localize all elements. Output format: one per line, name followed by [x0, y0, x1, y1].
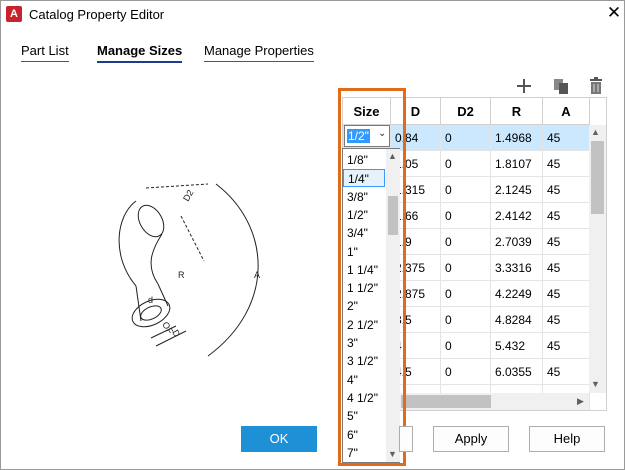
diagram-label-small-d: d [148, 295, 153, 305]
ok-button[interactable]: OK [241, 426, 317, 452]
cell-r[interactable]: 4.8284 [491, 307, 543, 333]
cell-r[interactable]: 4.2249 [491, 281, 543, 307]
column-header-r[interactable]: R [491, 98, 543, 125]
cell-d2[interactable]: 0 [441, 333, 491, 359]
app-icon: A [6, 6, 22, 22]
cell-d2[interactable]: 0 [441, 125, 491, 151]
elbow-diagram: D2 R A OF D d [118, 183, 260, 357]
cell-a[interactable]: 45 [543, 255, 590, 281]
cell-r[interactable]: 2.1245 [491, 177, 543, 203]
cell-a[interactable]: 45 [543, 125, 590, 151]
cell-r[interactable]: 1.4968 [491, 125, 543, 151]
diagram-label-a: A [254, 270, 260, 280]
tab-part-list[interactable]: Part List [21, 43, 69, 62]
cell-d2[interactable]: 0 [441, 177, 491, 203]
cell-d2[interactable]: 0 [441, 151, 491, 177]
column-header-d2[interactable]: D2 [441, 98, 491, 125]
plus-icon[interactable] [514, 76, 534, 96]
cell-d2[interactable]: 0 [441, 203, 491, 229]
scroll-up-icon[interactable]: ▲ [591, 127, 600, 137]
apply-button[interactable]: Apply [433, 426, 509, 452]
cell-a[interactable]: 45 [543, 359, 590, 385]
table-horizontal-scroll-thumb[interactable] [401, 395, 491, 408]
cancel-button-partial[interactable] [399, 426, 413, 452]
close-icon[interactable]: ✕ [605, 3, 623, 23]
table-vertical-scroll-thumb[interactable] [591, 141, 604, 214]
window-title: Catalog Property Editor [29, 7, 165, 22]
cell-r[interactable]: 6.0355 [491, 359, 543, 385]
cell-d2[interactable]: 0 [441, 229, 491, 255]
scroll-down-icon[interactable]: ▼ [591, 379, 600, 389]
cell-r[interactable]: 5.432 [491, 333, 543, 359]
cell-a[interactable]: 45 [543, 229, 590, 255]
tab-manage-sizes[interactable]: Manage Sizes [97, 43, 183, 63]
cell-r[interactable]: 2.7039 [491, 229, 543, 255]
column-header-a[interactable]: A [543, 98, 590, 125]
copy-icon[interactable] [551, 76, 571, 96]
cell-r[interactable]: 2.4142 [491, 203, 543, 229]
highlight-callout-box [338, 88, 406, 466]
trash-icon[interactable] [586, 76, 606, 96]
diagram-label-d2: D2 [181, 188, 195, 203]
cell-d2[interactable]: 0 [441, 359, 491, 385]
cell-a[interactable]: 45 [543, 203, 590, 229]
tab-manage-properties[interactable]: Manage Properties [204, 43, 314, 62]
cell-d2[interactable]: 0 [441, 307, 491, 333]
cell-d2[interactable]: 0 [441, 255, 491, 281]
cell-a[interactable]: 45 [543, 281, 590, 307]
cell-a[interactable]: 45 [543, 333, 590, 359]
cell-r[interactable]: 3.3316 [491, 255, 543, 281]
diagram-label-r: R [178, 270, 185, 280]
cell-a[interactable]: 45 [543, 307, 590, 333]
cell-a[interactable]: 45 [543, 177, 590, 203]
cell-d2[interactable]: 0 [441, 281, 491, 307]
cell-r[interactable]: 1.8107 [491, 151, 543, 177]
title-bar: A Catalog Property Editor ✕ [1, 1, 624, 28]
help-button[interactable]: Help [529, 426, 605, 452]
catalog-property-editor-dialog: A Catalog Property Editor ✕ Part List Ma… [0, 0, 625, 470]
scroll-right-icon[interactable]: ▶ [577, 396, 584, 407]
cell-a[interactable]: 45 [543, 151, 590, 177]
